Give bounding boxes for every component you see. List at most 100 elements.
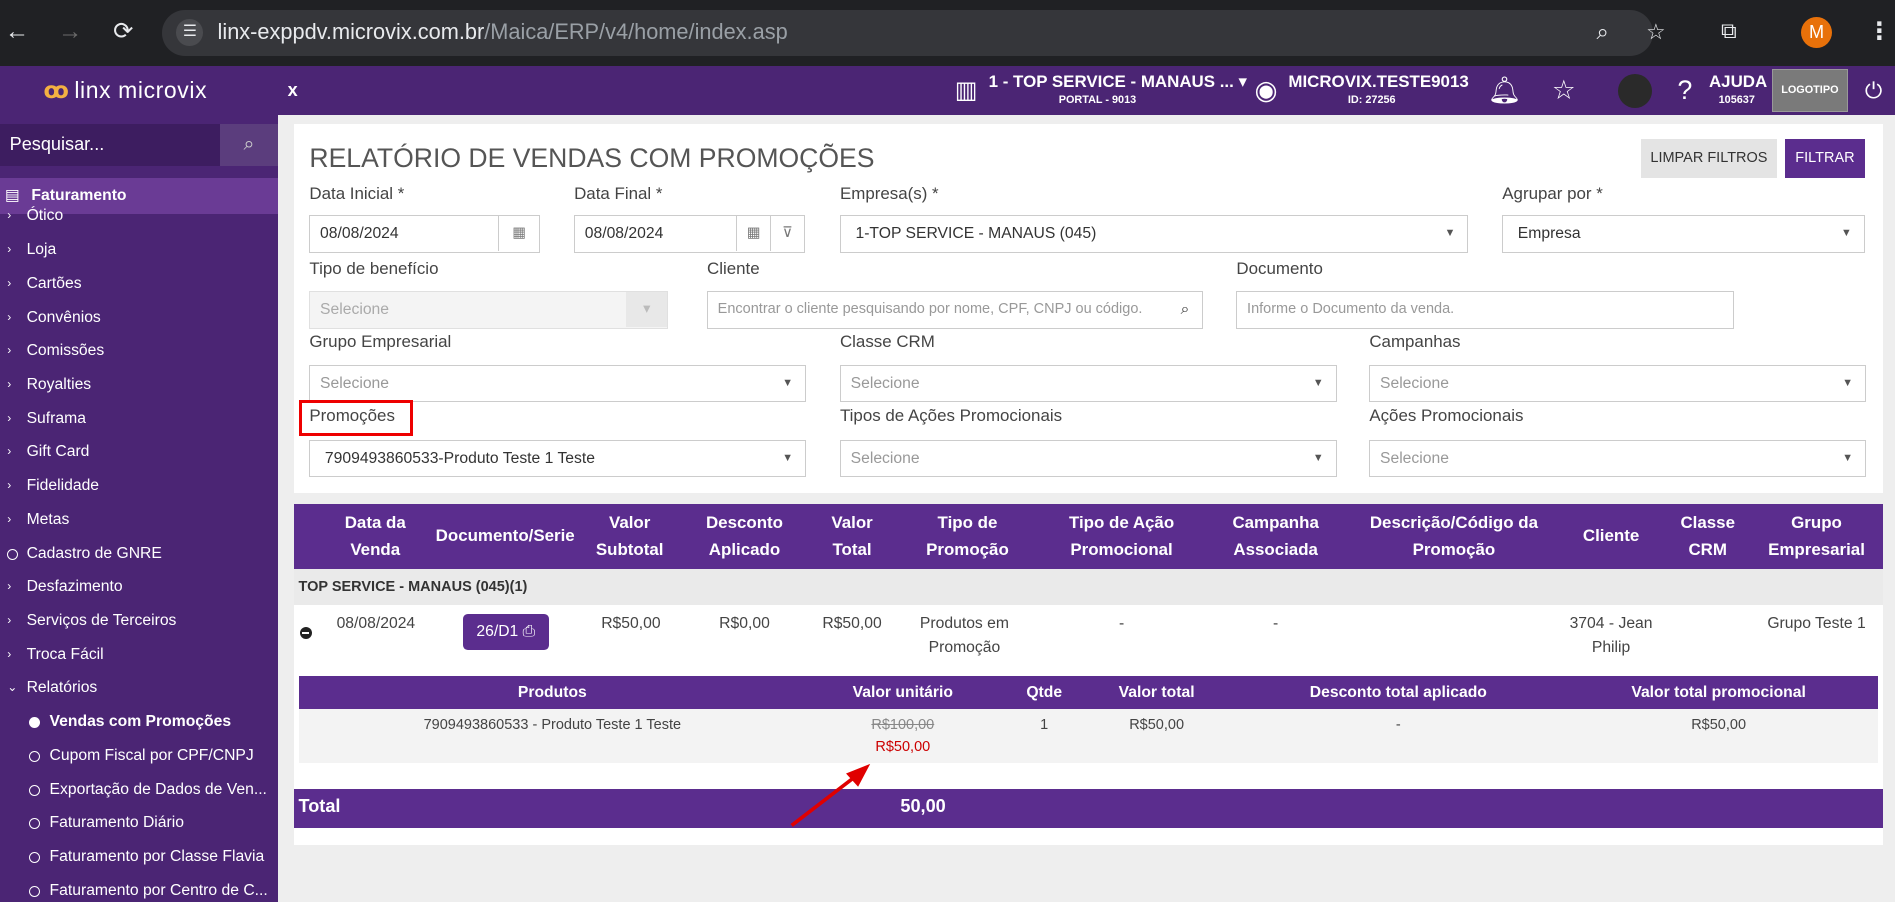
sidebar-item[interactable]: › Fidelidade (0, 469, 278, 503)
filters-panel: RELATÓRIO DE VENDAS COM PROMOÇÕES LIMPAR… (293, 124, 1883, 494)
campanhas-select[interactable]: Selecione ▼ (1369, 364, 1867, 403)
assistant-avatar-icon[interactable] (1618, 73, 1653, 108)
favorites-star-icon[interactable]: ☆ (1552, 76, 1576, 105)
classe-select[interactable]: Selecione ▼ (839, 364, 1337, 403)
chevron-down-icon: ▼ (1842, 451, 1853, 464)
cell-data: 08/08/2024 (336, 614, 416, 632)
column-header[interactable]: Tipo de Ação Promocional (1055, 504, 1188, 569)
column-header[interactable]: Valor Total (809, 504, 896, 569)
forward-icon[interactable]: → (56, 17, 85, 46)
sidebar-search[interactable]: Pesquisar... ⌕ (0, 124, 278, 166)
cliente-search-input[interactable]: Encontrar o cliente pesquisando por nome… (707, 291, 1203, 329)
column-header[interactable]: Campanha Associada (1212, 504, 1339, 569)
beneficio-select[interactable]: Selecione ▾ (309, 291, 669, 329)
calendar-icon[interactable]: ▦ (498, 216, 539, 252)
menu-icon[interactable]: ⋮ (1867, 17, 1891, 46)
clear-filters-button[interactable]: LIMPAR FILTROS (1641, 138, 1777, 178)
calendar-icon[interactable]: ▦ (736, 216, 770, 252)
collapse-row-icon[interactable] (299, 627, 312, 640)
sidebar-item[interactable]: › Loja (0, 233, 278, 267)
search-icon[interactable]: ⌕ (1181, 292, 1190, 327)
agrupar-label: Agrupar por * (1502, 183, 1603, 203)
bell-icon[interactable]: 🔔︎ (1488, 76, 1522, 105)
column-header[interactable]: Valor Subtotal (587, 504, 672, 569)
back-icon[interactable]: ← (2, 17, 31, 46)
sidebar-item[interactable]: › Ótico (0, 199, 278, 233)
sidebar-item-label: Fidelidade (26, 477, 100, 495)
data-inicial-input[interactable]: 08/08/2024 ▦ (309, 215, 541, 253)
column-header[interactable]: Desconto Aplicado (701, 504, 788, 569)
product-qtde: 1 (1040, 717, 1049, 734)
filter-icon[interactable]: ⊽ (770, 216, 804, 252)
company-selector[interactable]: 1 - TOP SERVICE - MANAUS ... ▾ PORTAL - … (989, 71, 1247, 107)
column-header[interactable]: Classe CRM (1665, 504, 1750, 569)
tipos-acoes-select[interactable]: Selecione ▼ (839, 439, 1337, 478)
sidebar-item-label: Comissões (26, 342, 105, 360)
user-icon: ◉ (1254, 75, 1278, 106)
sidebar-item[interactable]: ⌄ Relatórios (0, 671, 278, 705)
close-menu-button[interactable]: x (288, 80, 298, 101)
bookmark-star-icon[interactable]: ☆ (1646, 19, 1666, 46)
reload-icon[interactable]: ⟳ (109, 17, 138, 46)
column-header[interactable]: Tipo de Promoção (904, 504, 1031, 569)
sidebar-item[interactable]: Faturamento por Centro de C... (0, 874, 278, 902)
sidebar-item[interactable]: › Gift Card (0, 435, 278, 469)
product-valor-total: R$50,00 (1129, 717, 1185, 734)
column-header[interactable]: Documento/Serie (427, 504, 584, 569)
sidebar-item[interactable]: Cadastro de GNRE (0, 537, 278, 571)
document-print-button[interactable]: 26/D1 ⎙ (462, 613, 549, 651)
sidebar-item-label: Exportação de Dados de Ven... (49, 780, 267, 798)
sidebar-item[interactable]: › Metas (0, 503, 278, 537)
profile-avatar[interactable]: M (1800, 16, 1833, 49)
sidebar-item[interactable]: Faturamento por Classe Flavia (0, 840, 278, 874)
help-icon[interactable]: ? (1678, 76, 1693, 105)
sidebar-item[interactable]: Faturamento Diário (0, 806, 278, 840)
empresa-select[interactable]: 1-TOP SERVICE - MANAUS (045) ▼ (839, 215, 1469, 253)
zoom-icon[interactable]: ⌕ (1597, 19, 1609, 46)
extensions-icon[interactable]: ⧉ (1721, 18, 1737, 44)
sidebar-item[interactable]: › Suframa (0, 402, 278, 436)
agrupar-select[interactable]: Empresa ▼ (1502, 215, 1865, 253)
circle-icon (29, 852, 40, 864)
sidebar-item[interactable]: › Comissões (0, 334, 278, 368)
promocoes-select[interactable]: 7909493860533-Produto Teste 1 Teste ▼ (309, 439, 807, 478)
search-icon[interactable]: ⌕ (219, 124, 278, 166)
power-icon[interactable]: ⏻ (1865, 76, 1882, 105)
sidebar-item[interactable]: › Troca Fácil (0, 638, 278, 672)
sidebar-item-label: Faturamento Diário (49, 814, 184, 832)
site-info-icon[interactable]: ☰ (176, 19, 204, 46)
user-info[interactable]: MICROVIX.TESTE9013 ID: 27256 (1288, 71, 1468, 107)
filter-button[interactable]: FILTRAR (1785, 138, 1865, 178)
sidebar-item[interactable]: Cupom Fiscal por CPF/CNPJ (0, 739, 278, 773)
column-header[interactable]: Cliente (1551, 504, 1672, 569)
help-link[interactable]: AJUDA 105637 (1709, 71, 1767, 107)
sidebar-item-label: Convênios (26, 308, 101, 326)
sidebar-item[interactable]: Exportação de Dados de Ven... (0, 773, 278, 807)
acoes-select[interactable]: Selecione ▼ (1369, 439, 1867, 478)
sidebar-item[interactable]: › Convênios (0, 301, 278, 335)
sidebar-item-label: Cadastro de GNRE (26, 544, 162, 562)
documento-input[interactable]: Informe o Documento da venda. (1236, 291, 1735, 329)
sidebar-item-label: Metas (26, 510, 70, 528)
chevron-down-icon: ▼ (1841, 227, 1852, 240)
sidebar-item[interactable]: › Cartões (0, 267, 278, 301)
campanhas-label: Campanhas (1369, 332, 1461, 352)
cell-total: R$50,00 (822, 614, 882, 632)
address-bar[interactable]: ☰ linx-exppdv.microvix.com.br/Maica/ERP/… (161, 9, 1666, 56)
sidebar-item[interactable]: › Serviços de Terceiros (0, 604, 278, 638)
app-logo[interactable]: ꝏ linx microvix (44, 77, 208, 104)
chevron-right-icon: › (7, 309, 12, 324)
results-table: Data da Venda Documento/Serie Valor Subtotal… (293, 503, 1883, 845)
grupo-select[interactable]: Selecione ▼ (309, 364, 807, 403)
product-promocional: R$50,00 (1691, 717, 1747, 734)
sidebar-item-label: Ótico (26, 207, 64, 225)
cell-cliente: 3704 - Jean Philip (1569, 614, 1653, 656)
sidebar-item-label: Faturamento por Classe Flavia (49, 848, 265, 866)
chevron-right-icon: › (7, 377, 12, 392)
column-header[interactable]: Grupo Empresarial (1750, 504, 1883, 569)
column-header[interactable]: Descrição/Código da Promoção (1351, 504, 1556, 569)
sidebar-item[interactable]: › Royalties (0, 368, 278, 402)
sidebar-item[interactable]: Vendas com Promoções (0, 705, 278, 739)
data-final-input[interactable]: 08/08/2024 ▦ ⊽ (574, 215, 805, 253)
sidebar-item[interactable]: › Desfazimento (0, 570, 278, 604)
